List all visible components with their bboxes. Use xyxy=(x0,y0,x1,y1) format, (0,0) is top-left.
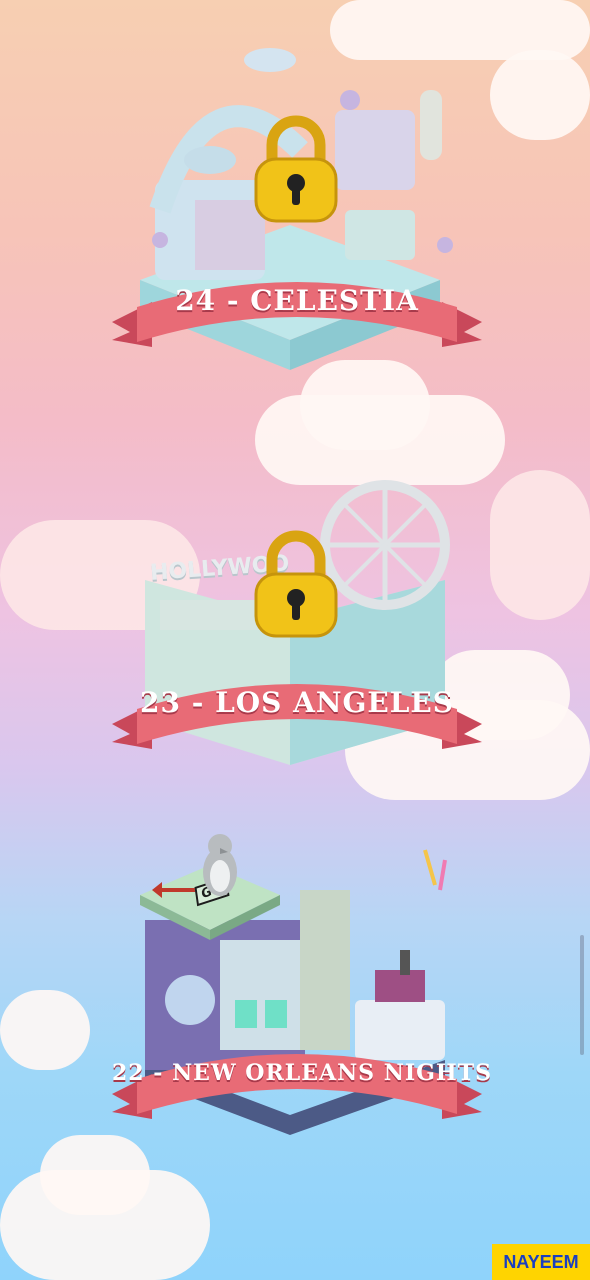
cloud xyxy=(0,990,90,1070)
lock-icon xyxy=(250,115,342,225)
penguin-token-icon xyxy=(203,834,237,896)
level-24-label: 24 - CELESTIA xyxy=(175,284,419,317)
level-24-ribbon[interactable]: 24 - CELESTIA xyxy=(112,262,482,354)
level-22-label: 22 - NEW ORLEANS NIGHTS xyxy=(112,1060,492,1086)
cloud xyxy=(490,50,590,140)
watermark-badge: NAYEEM xyxy=(492,1244,590,1280)
lock-icon xyxy=(250,530,342,640)
level-23-island[interactable]: HOLLYWOO xyxy=(100,470,490,830)
level-23-ribbon[interactable]: 23 - LOS ANGELES xyxy=(112,664,482,756)
cloud xyxy=(490,470,590,620)
level-22-ribbon[interactable]: 22 - NEW ORLEANS NIGHTS xyxy=(112,1034,492,1126)
level-23-label: 23 - LOS ANGELES xyxy=(140,686,454,719)
level-22-island[interactable]: GO xyxy=(100,830,490,1190)
scrollbar[interactable] xyxy=(580,935,584,1055)
